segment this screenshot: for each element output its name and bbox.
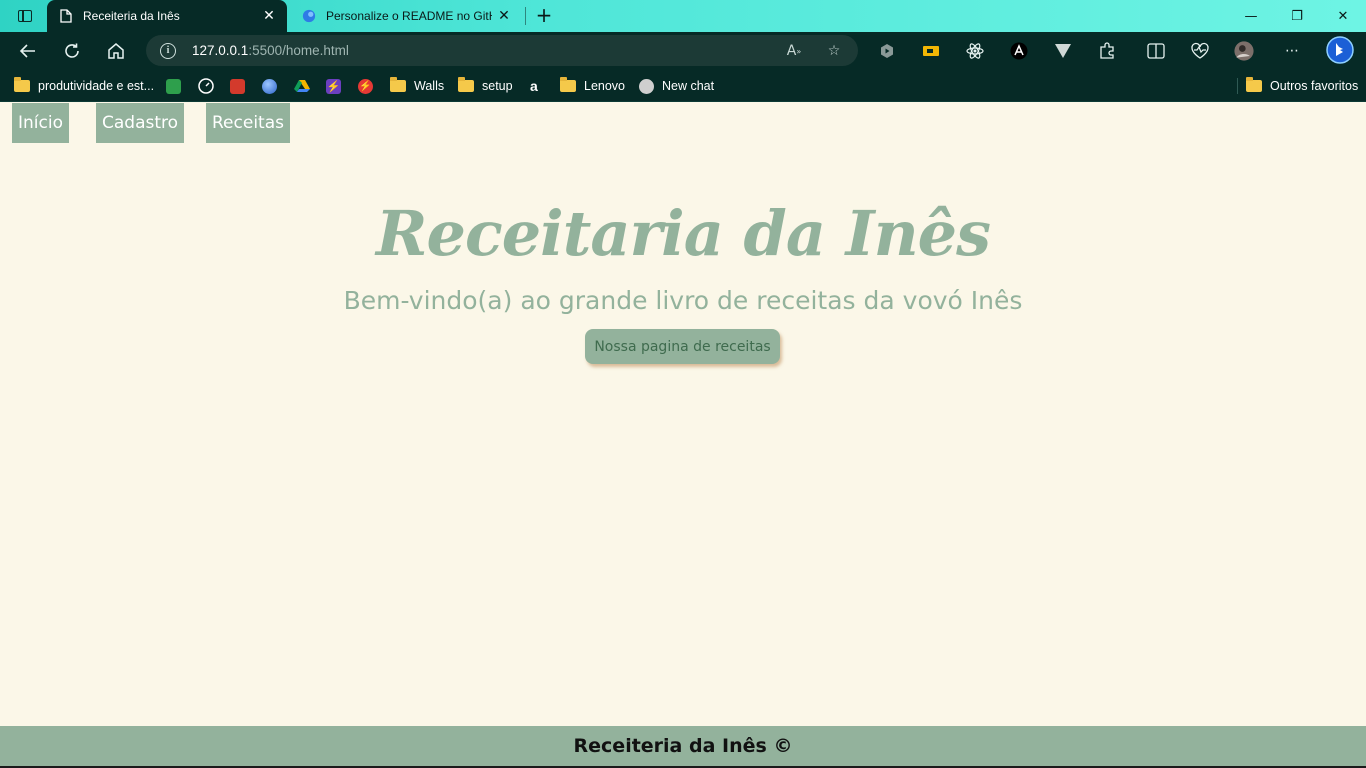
restore-icon: ❐	[1291, 8, 1303, 24]
chatgpt-icon	[639, 78, 654, 94]
sidebar-icon	[18, 10, 32, 22]
folder-icon	[458, 77, 474, 92]
extensions-puzzle-icon[interactable]	[1097, 41, 1117, 61]
red-bolt-icon: ⚡	[358, 78, 373, 94]
tab-title: Personalize o README no GitHub	[326, 9, 492, 23]
tab-readme[interactable]: Personalize o README no GitHub ✕	[290, 0, 522, 32]
vuejs-devtools-icon[interactable]	[1053, 41, 1073, 61]
bookmark-drive[interactable]	[294, 76, 310, 96]
new-tab-button[interactable]: +	[532, 3, 556, 29]
back-arrow-icon	[19, 44, 35, 58]
restore-button[interactable]: ❐	[1274, 0, 1320, 32]
bookmarks-bar: produtividade e est... ⚡ ⚡ Walls setup a…	[0, 70, 1366, 102]
nav-link-receitas[interactable]: Receitas	[206, 103, 290, 143]
bookmark-bolt[interactable]: ⚡	[326, 76, 341, 96]
browser-toolbar: i 127.0.0.1:5500/home.html A» ☆ ⋯	[0, 32, 1366, 70]
extension-a-icon[interactable]	[1009, 41, 1029, 61]
meet-icon	[166, 78, 181, 94]
reload-icon	[65, 43, 79, 58]
tab-divider	[525, 7, 526, 25]
home-button[interactable]	[101, 36, 131, 66]
speed-icon	[198, 78, 214, 94]
react-devtools-icon[interactable]	[965, 41, 985, 61]
bookmark-label: setup	[482, 79, 513, 93]
page-subtitle: Bem-vindo(a) ao grande livro de receitas…	[343, 286, 1023, 315]
browser-essentials-icon[interactable]	[1190, 41, 1210, 61]
recipes-page-button[interactable]: Nossa pagina de receitas	[585, 329, 780, 364]
bookmark-a-logo[interactable]: a	[530, 76, 538, 96]
folder-icon	[390, 77, 406, 92]
page-title: Receitaria da Inês	[375, 197, 991, 270]
bookmarks-divider	[1237, 78, 1238, 94]
folder-icon	[560, 77, 576, 92]
bolt-icon: ⚡	[326, 78, 341, 94]
bookmark-label: Walls	[414, 79, 445, 93]
bookmark-meet[interactable]	[166, 76, 181, 96]
minimize-button[interactable]: —	[1228, 0, 1274, 32]
bookmark-setup[interactable]: setup	[458, 76, 513, 96]
tab-receiteria[interactable]: Receiteria da Inês ✕	[47, 0, 287, 32]
more-options-icon[interactable]: ⋯	[1282, 41, 1302, 61]
close-icon[interactable]: ✕	[257, 8, 281, 24]
back-button[interactable]	[13, 36, 43, 66]
bookmark-speed[interactable]	[198, 76, 214, 96]
bookmark-label: New chat	[662, 79, 715, 93]
extension-yellow-icon[interactable]	[921, 41, 941, 61]
drive-icon	[294, 80, 310, 92]
url-text: 127.0.0.1:5500/home.html	[192, 43, 349, 58]
extension-play-icon[interactable]	[877, 41, 897, 61]
bookmark-label: Lenovo	[584, 79, 626, 93]
tab-title: Receiteria da Inês	[83, 9, 180, 23]
folder-icon	[1246, 77, 1262, 92]
bookmark-red-bolt[interactable]: ⚡	[358, 76, 373, 96]
globe-icon	[262, 78, 277, 94]
tab-actions-button[interactable]	[8, 0, 42, 32]
red-app-icon	[230, 78, 245, 94]
bookmark-produtividade[interactable]: produtividade e est...	[14, 76, 154, 96]
info-icon[interactable]: i	[160, 42, 176, 59]
bookmark-lenovo[interactable]: Lenovo	[560, 76, 625, 96]
nav-link-inicio[interactable]: Início	[12, 103, 69, 143]
bookmark-red-app[interactable]	[230, 76, 245, 96]
bookmark-outros-favoritos[interactable]: Outros favoritos	[1246, 76, 1358, 96]
close-icon[interactable]: ✕	[492, 8, 516, 24]
home-icon	[108, 43, 124, 59]
bookmark-new-chat[interactable]: New chat	[639, 76, 714, 96]
bookmark-walls[interactable]: Walls	[390, 76, 444, 96]
bookmark-label: produtividade e est...	[38, 79, 155, 93]
nav-link-cadastro[interactable]: Cadastro	[96, 103, 185, 143]
browser-titlebar: Receiteria da Inês ✕ Personalize o READM…	[0, 0, 1366, 32]
split-screen-icon[interactable]	[1146, 41, 1166, 61]
minimize-icon: —	[1244, 8, 1258, 24]
bookmark-globe[interactable]	[262, 76, 277, 96]
page-content: Início Cadastro Receitas Receitaria da I…	[0, 103, 1366, 768]
address-bar[interactable]: i 127.0.0.1:5500/home.html A» ☆	[146, 35, 858, 66]
github-blue-icon	[302, 9, 316, 23]
page-icon	[59, 9, 73, 23]
read-aloud-icon[interactable]: A»	[784, 41, 804, 61]
profile-avatar[interactable]	[1234, 41, 1254, 61]
bookmark-label: Outros favoritos	[1270, 79, 1359, 93]
footer-text: Receiteria da Inês ©	[573, 735, 793, 757]
a-logo-icon: a	[530, 78, 538, 94]
reload-button[interactable]	[57, 36, 87, 66]
window-close-button[interactable]: ✕	[1320, 0, 1366, 32]
close-icon: ✕	[1337, 8, 1349, 24]
folder-icon	[14, 77, 30, 92]
page-footer: Receiteria da Inês ©	[0, 726, 1366, 766]
favorite-star-icon[interactable]: ☆	[824, 41, 844, 61]
bing-copilot-icon[interactable]	[1326, 36, 1354, 64]
